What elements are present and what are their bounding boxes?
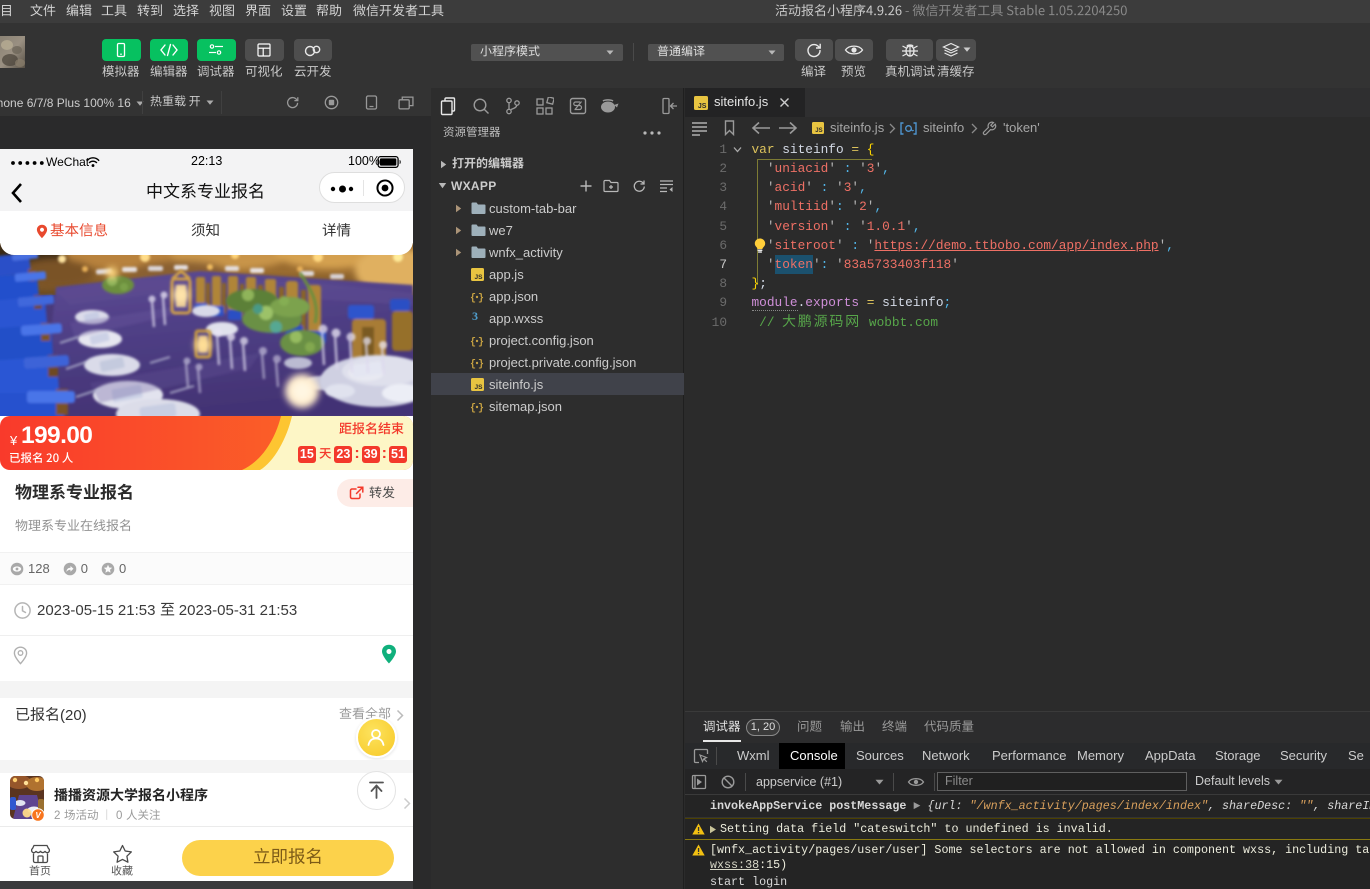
svg-text:}: } xyxy=(478,402,484,413)
svg-text:JS: JS xyxy=(475,384,484,391)
svg-text:{: { xyxy=(470,292,476,303)
svg-text:JS: JS xyxy=(475,274,484,281)
svg-text:{: { xyxy=(470,336,476,347)
svg-text:}: } xyxy=(478,292,484,303)
svg-text:}: } xyxy=(478,336,484,347)
svg-text:{: { xyxy=(470,402,476,413)
svg-text:JS: JS xyxy=(698,103,707,110)
svg-text:}: } xyxy=(478,358,484,369)
svg-text:V: V xyxy=(35,811,41,820)
svg-text:JS: JS xyxy=(815,128,822,134)
svg-text:{: { xyxy=(470,358,476,369)
